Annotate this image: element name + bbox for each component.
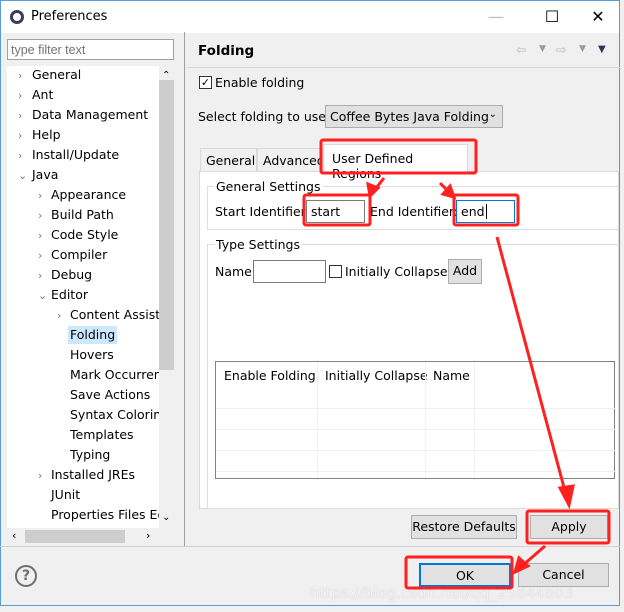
tree-item-label: Debug: [51, 267, 93, 282]
tree-item-label: General: [32, 67, 82, 82]
end-identifier-value: end: [461, 204, 485, 219]
tree-item-label: Compiler: [51, 247, 108, 262]
folding-select[interactable]: Coffee Bytes Java Folding ⌄: [325, 105, 503, 128]
initially-collapse-checkbox[interactable]: [329, 265, 342, 278]
types-table: Enable Folding Initially Collapse Name: [215, 361, 616, 479]
chevron-right-icon[interactable]: ›: [38, 187, 42, 205]
window-title: Preferences: [31, 9, 108, 24]
column-divider: [474, 362, 475, 478]
help-icon[interactable]: ?: [15, 565, 37, 587]
tab-user-defined-regions[interactable]: User Defined Regions: [323, 144, 468, 181]
back-dropdown-icon[interactable]: ▼: [539, 44, 546, 54]
chevron-down-icon[interactable]: ⌄: [18, 167, 27, 185]
minimize-button[interactable]: —: [481, 5, 511, 29]
tree-item-label: Typing: [70, 447, 111, 462]
chevron-down-icon: ⌄: [488, 109, 497, 120]
chevron-right-icon[interactable]: ›: [18, 87, 22, 105]
chevron-right-icon[interactable]: ›: [38, 227, 42, 245]
tab-label: Advanced: [263, 153, 322, 168]
general-settings-legend: General Settings: [214, 179, 323, 194]
chevron-right-icon[interactable]: ›: [18, 107, 22, 125]
tree-horizontal-scroll-thumb[interactable]: [25, 530, 125, 543]
restore-defaults-button[interactable]: Restore Defaults: [411, 515, 517, 539]
tree-item-label: Save Actions: [70, 387, 151, 402]
tree-item-label: Hovers: [70, 347, 114, 362]
tab-general[interactable]: General: [200, 148, 257, 172]
row-divider: [216, 429, 616, 430]
preferences-tree: › General › Ant › Data Management › Help › Instal…: [7, 66, 173, 528]
chevron-right-icon[interactable]: ›: [18, 67, 22, 85]
column-header[interactable]: Name: [433, 368, 470, 383]
tree-item-label: Help: [32, 127, 61, 142]
tree-item-label: Data Management: [32, 107, 149, 122]
end-identifier-input[interactable]: end: [456, 200, 515, 223]
tree-vertical-scroll-thumb[interactable]: [159, 80, 174, 370]
page-title: Folding: [198, 43, 255, 59]
scroll-left-icon[interactable]: ‹: [12, 529, 16, 542]
tree-item-label: Properties Files Editor: [51, 507, 173, 522]
tree-item-label: Templates: [70, 427, 134, 442]
tree-item-label: Build Path: [51, 207, 114, 222]
start-identifier-input[interactable]: start: [306, 200, 365, 223]
tree-item-label: Code Style: [51, 227, 119, 242]
tree-item-label: Content Assist: [70, 307, 161, 322]
tree-item-label: JUnit: [51, 487, 81, 502]
forward-dropdown-icon[interactable]: ▼: [579, 44, 586, 54]
forward-arrow-icon[interactable]: ⇨: [556, 42, 566, 57]
chevron-right-icon[interactable]: ›: [38, 247, 42, 265]
name-label: Name: [215, 264, 252, 279]
close-button[interactable]: ✕: [583, 5, 613, 29]
tree-item-label: Folding: [68, 326, 118, 344]
maximize-button[interactable]: ☐: [537, 5, 567, 29]
add-button[interactable]: Add: [448, 259, 482, 284]
type-name-input[interactable]: [253, 260, 326, 283]
chevron-right-icon[interactable]: ›: [38, 267, 42, 285]
row-divider: [216, 471, 616, 472]
chevron-down-icon[interactable]: ⌄: [38, 287, 47, 305]
column-header[interactable]: Initially Collapse: [325, 368, 428, 383]
tree-item-label: Ant: [32, 87, 54, 102]
tree-item-label: Installed JREs: [51, 467, 136, 482]
tree-item-label: Java: [32, 167, 59, 182]
text-cursor: [485, 204, 487, 219]
row-divider: [216, 450, 616, 451]
scroll-down-icon[interactable]: ⌄: [162, 512, 170, 523]
apply-button[interactable]: Apply: [530, 515, 608, 539]
chevron-right-icon[interactable]: ›: [38, 467, 42, 485]
tree-item-label: Install/Update: [32, 147, 120, 162]
enable-folding-checkbox[interactable]: ✓: [199, 76, 212, 89]
view-menu-icon[interactable]: ▼: [598, 44, 606, 55]
sash-divider[interactable]: [184, 32, 185, 546]
tab-label: General: [206, 153, 256, 168]
row-divider: [216, 408, 616, 409]
filter-input[interactable]: [7, 39, 174, 60]
enable-folding-label: Enable folding: [215, 75, 305, 90]
tree-item-label: Editor: [51, 287, 88, 302]
end-identifier-label: End Identifier:: [370, 204, 459, 219]
back-arrow-icon[interactable]: ⇦: [516, 42, 526, 57]
scroll-right-icon[interactable]: ›: [146, 529, 150, 542]
tree-item-label: Mark Occurrences: [70, 367, 173, 382]
select-folding-label: Select folding to use:: [198, 109, 331, 124]
tree-item-label: Syntax Coloring: [70, 407, 170, 422]
chevron-right-icon[interactable]: ›: [18, 147, 22, 165]
column-divider: [317, 362, 318, 478]
type-settings-legend: Type Settings: [214, 237, 302, 252]
chevron-right-icon[interactable]: ›: [57, 307, 61, 325]
title-separator: [186, 67, 620, 68]
initially-collapse-label: Initially Collapse: [345, 264, 448, 279]
chevron-right-icon[interactable]: ›: [38, 207, 42, 225]
column-divider: [425, 362, 426, 478]
start-identifier-label: Start Identifier:: [215, 204, 310, 219]
title-bar: Preferences — ☐ ✕: [1, 1, 619, 33]
column-header[interactable]: Enable Folding: [224, 368, 316, 383]
eclipse-icon: [10, 10, 24, 24]
tab-advanced[interactable]: Advanced: [257, 148, 322, 172]
watermark: https://blog.csdn.net/qq_25844803: [310, 584, 574, 602]
scroll-up-icon[interactable]: ⌃: [162, 70, 170, 81]
tree-item-label: Appearance: [51, 187, 127, 202]
folding-select-value: Coffee Bytes Java Folding: [330, 109, 489, 124]
chevron-right-icon[interactable]: ›: [18, 127, 22, 145]
